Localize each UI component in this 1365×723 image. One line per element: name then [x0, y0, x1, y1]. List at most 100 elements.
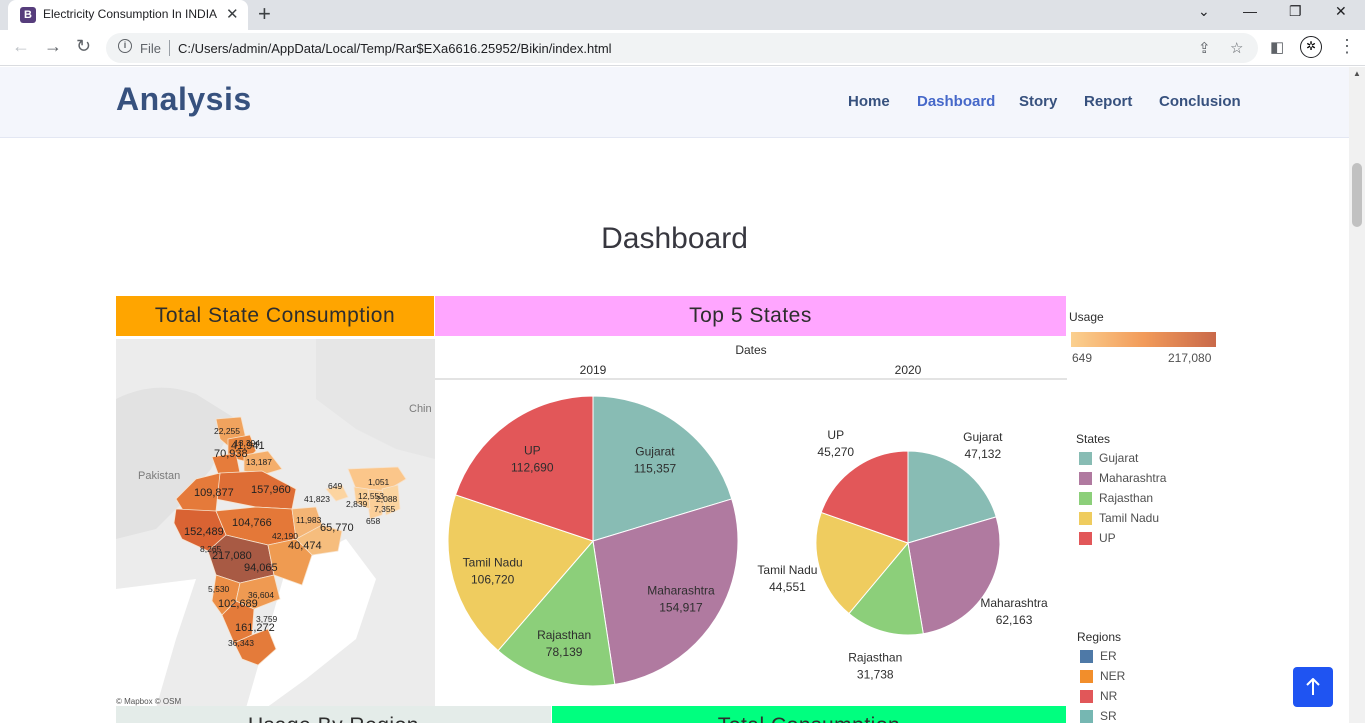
states-legend-item-tamil-nadu[interactable]: Tamil Nadu	[1099, 511, 1159, 525]
address-bar[interactable]: i File C:/Users/admin/AppData/Local/Temp…	[106, 33, 1258, 63]
bootstrap-favicon-icon: B	[20, 7, 36, 23]
restore-icon[interactable]: ❐	[1289, 3, 1302, 20]
pie-slice-value-label: 47,132	[964, 447, 1001, 461]
map-place-china: Chin	[409, 403, 432, 415]
nav-report[interactable]: Report	[1084, 93, 1132, 110]
regions-legend-swatch[interactable]	[1080, 710, 1093, 723]
browser-tab[interactable]: B Electricity Consumption In INDIA ✕	[8, 0, 248, 30]
states-legend-item-rajasthan[interactable]: Rajasthan	[1099, 491, 1153, 505]
site-header: Analysis Home Dashboard Story Report Con…	[0, 67, 1349, 138]
usage-colorbar-min: 649	[1072, 351, 1093, 365]
pie-slice-value-label: 154,917	[659, 600, 703, 614]
map-attribution[interactable]: © Mapbox © OSM	[116, 697, 181, 706]
states-legend-swatch[interactable]	[1079, 452, 1092, 465]
nav-home[interactable]: Home	[848, 93, 890, 110]
usage-colorbar-max: 217,080	[1168, 351, 1212, 365]
side-panel-icon[interactable]: ◧	[1270, 38, 1284, 56]
back-to-top-button[interactable]	[1293, 667, 1333, 707]
map-value-label: 13,187	[246, 457, 272, 467]
profile-avatar-icon[interactable]: ✲	[1300, 36, 1322, 58]
page-scrollbar[interactable]: ▲	[1349, 67, 1365, 723]
states-legend-item-maharashtra[interactable]: Maharashtra	[1099, 471, 1166, 485]
states-legend-title: States	[1076, 432, 1111, 446]
regions-legend-item-nr[interactable]: NR	[1100, 689, 1117, 703]
map-value-label: 109,877	[194, 487, 234, 499]
states-legend-swatch[interactable]	[1079, 532, 1092, 545]
states-legend-swatch[interactable]	[1079, 492, 1092, 505]
reload-icon[interactable]: ↻	[76, 36, 91, 57]
pie-slice-value-label: 62,163	[996, 613, 1033, 627]
nav-dashboard[interactable]: Dashboard	[917, 93, 995, 110]
regions-legend-swatch[interactable]	[1080, 690, 1093, 703]
new-tab-icon[interactable]: +	[258, 1, 271, 27]
pie-slice-value-label: 106,720	[471, 572, 515, 586]
states-legend-swatch[interactable]	[1079, 512, 1092, 525]
scroll-thumb[interactable]	[1352, 163, 1362, 227]
pie-slice-category-label: Gujarat	[635, 444, 675, 458]
regions-legend-swatch[interactable]	[1080, 670, 1093, 683]
scroll-up-icon[interactable]: ▲	[1353, 69, 1361, 78]
pie-slice-category-label: Maharashtra	[980, 596, 1048, 610]
map-value-label: 1,051	[368, 477, 390, 487]
map-value-label: 5,530	[208, 584, 230, 594]
browser-tab-strip: B Electricity Consumption In INDIA ✕ + ⌄…	[0, 0, 1365, 30]
pie-slice-category-label: UP	[827, 428, 844, 442]
map-value-label: 41,823	[304, 494, 330, 504]
forward-icon[interactable]: →	[44, 36, 62, 57]
map-value-label: 2,839	[346, 499, 368, 509]
regions-legend-item-sr[interactable]: SR	[1100, 709, 1117, 723]
regions-legend-item-er[interactable]: ER	[1100, 649, 1117, 663]
map-value-label: 65,770	[320, 522, 354, 534]
usage-colorbar	[1071, 332, 1216, 347]
states-legend-swatch[interactable]	[1079, 472, 1092, 485]
close-tab-icon[interactable]: ✕	[226, 5, 239, 23]
bookmark-star-icon[interactable]: ☆	[1230, 39, 1243, 57]
tab-search-icon[interactable]: ⌄	[1198, 3, 1210, 20]
nav-story[interactable]: Story	[1019, 93, 1057, 110]
india-consumption-map[interactable]: 22,255 13,394 70,938 13,187 41,941 109,877 157…	[116, 339, 435, 708]
usage-by-region-title: Usage By Region	[116, 706, 551, 723]
nav-conclusion[interactable]: Conclusion	[1159, 93, 1241, 110]
page-title: Dashboard	[601, 222, 748, 255]
map-value-label: 22,255	[214, 426, 240, 436]
share-icon[interactable]: ⇪	[1198, 39, 1211, 57]
states-legend-item-up[interactable]: UP	[1099, 531, 1116, 545]
page-viewport: Analysis Home Dashboard Story Report Con…	[0, 67, 1349, 723]
info-icon[interactable]: i	[118, 39, 132, 53]
map-value-label: 36,343	[228, 638, 254, 648]
usage-colorbar-title: Usage	[1069, 310, 1104, 324]
url-text[interactable]: C:/Users/admin/AppData/Local/Temp/Rar$EX…	[178, 41, 612, 56]
browser-toolbar: ← → ↻ i File C:/Users/admin/AppData/Loca…	[0, 30, 1365, 66]
map-value-label: 7,355	[374, 504, 396, 514]
brand-logo[interactable]: Analysis	[116, 81, 252, 118]
minimize-icon[interactable]: —	[1243, 3, 1257, 19]
map-svg: 22,25513,39470,93813,18741,941109,877 157…	[116, 339, 435, 708]
map-value-label: 40,474	[288, 540, 322, 552]
regions-legend-item-ner[interactable]: NER	[1100, 669, 1125, 683]
arrow-up-icon	[1306, 677, 1320, 695]
more-menu-icon[interactable]: ⋮	[1338, 36, 1356, 57]
omnibox-divider	[169, 40, 170, 56]
map-value-label: 11,983	[296, 515, 322, 525]
pie-panel-title: Top 5 States	[435, 296, 1066, 336]
pie-slice-category-label: Rajasthan	[848, 651, 902, 665]
pie-2020-title: 2020	[895, 363, 922, 377]
regions-legend-swatch[interactable]	[1080, 650, 1093, 663]
pie-slice-value-label: 45,270	[817, 445, 854, 459]
map-value-label: 2,088	[376, 494, 398, 504]
map-value-label: 42,190	[272, 531, 298, 541]
map-value-label: 104,766	[232, 517, 272, 529]
back-icon[interactable]: ←	[12, 36, 30, 57]
pie-slice-value-label: 44,551	[769, 580, 806, 594]
pie-slice-category-label: Rajasthan	[537, 628, 591, 642]
pie-slice-category-label: UP	[524, 444, 541, 458]
states-legend-item-gujarat[interactable]: Gujarat	[1099, 451, 1138, 465]
pie-slice-value-label: 112,690	[511, 461, 554, 475]
pie-2020: Gujarat 47,132 Maharashtra 62,163 Rajasthan 3…	[757, 428, 1048, 682]
map-value-label: 94,065	[244, 562, 278, 574]
pie-slice-category-label: Gujarat	[963, 430, 1003, 444]
map-value-label: 152,489	[184, 526, 224, 538]
map-value-label: 649	[328, 481, 342, 491]
close-window-icon[interactable]: ✕	[1335, 3, 1347, 20]
regions-legend-title: Regions	[1077, 630, 1122, 644]
